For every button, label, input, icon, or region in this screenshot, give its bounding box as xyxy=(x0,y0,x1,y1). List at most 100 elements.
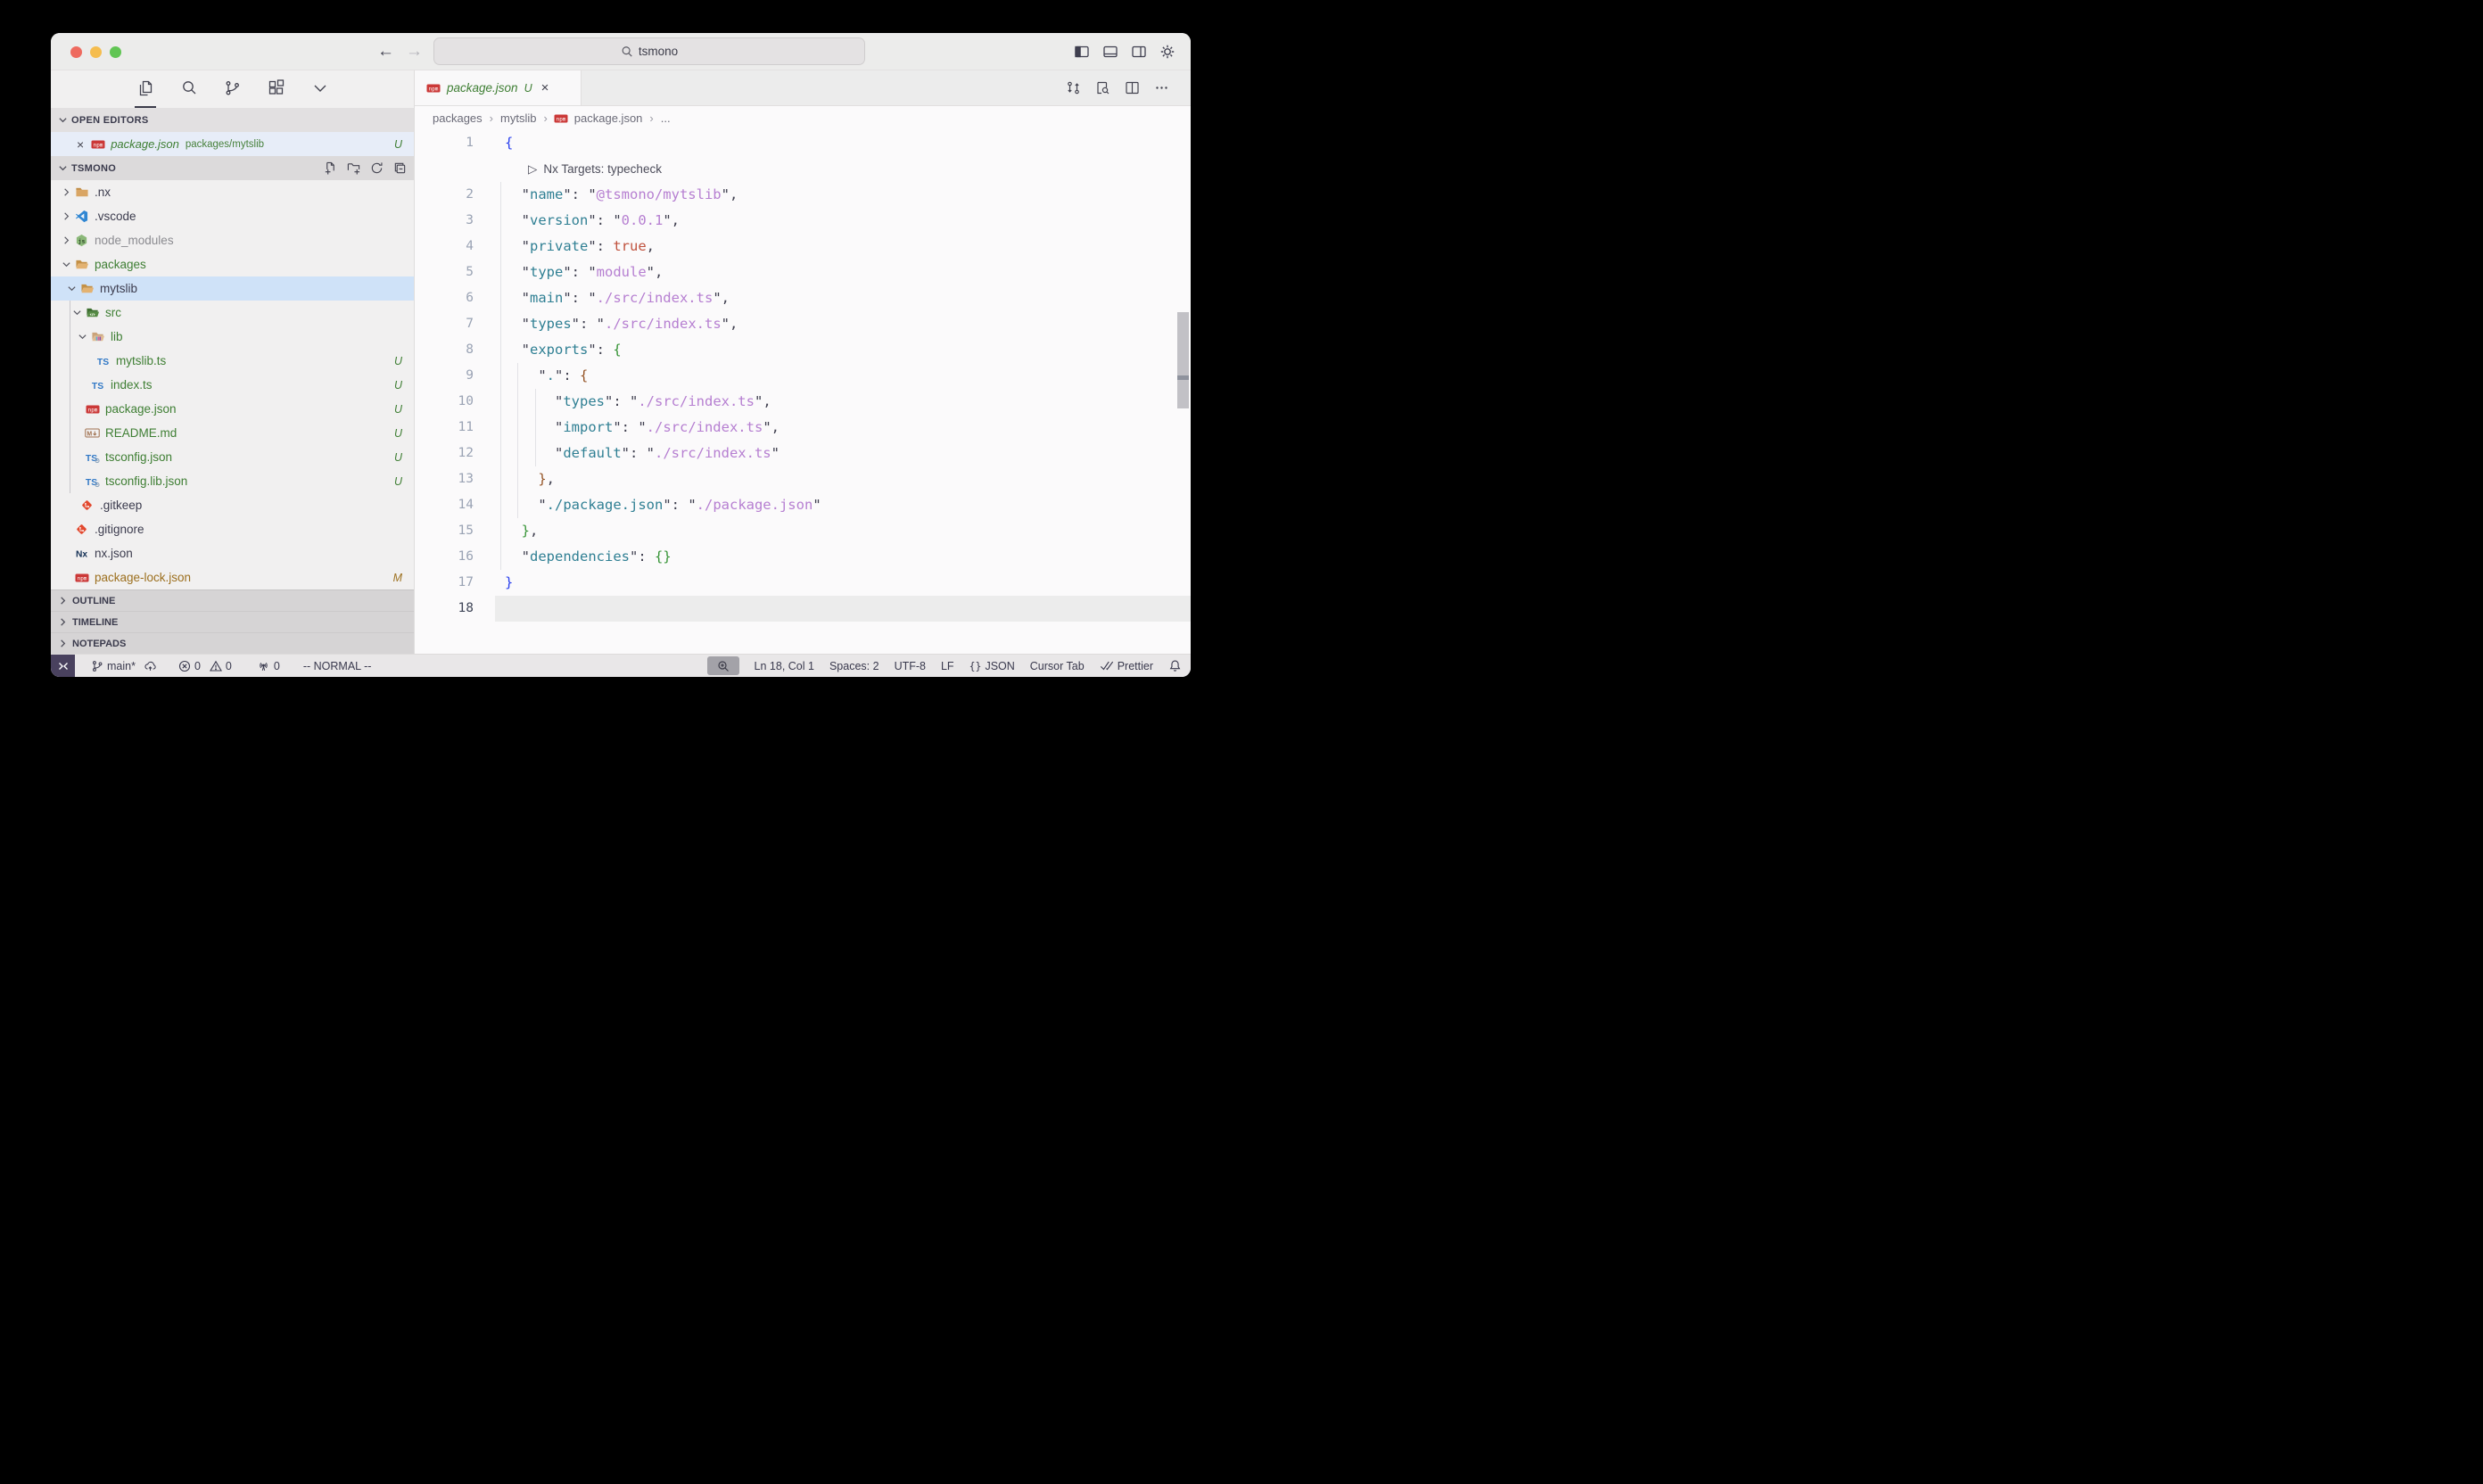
collapse-folders-icon[interactable] xyxy=(393,161,407,175)
breadcrumb-item[interactable]: mytslib xyxy=(500,111,536,125)
breadcrumb-separator: › xyxy=(490,111,493,125)
code-line-11[interactable]: 11 "import": "./src/index.ts", xyxy=(415,415,1191,441)
toggle-secondary-sidebar-icon[interactable] xyxy=(1131,44,1147,60)
notifications-bell-icon[interactable] xyxy=(1168,659,1182,672)
tree-item-tsconfig-json[interactable]: TStsconfig.jsonU xyxy=(51,445,414,469)
tree-item-mytslib[interactable]: mytslib xyxy=(51,276,414,301)
close-editor-icon[interactable]: × xyxy=(77,137,84,152)
settings-gear-icon[interactable] xyxy=(1159,44,1176,60)
breadcrumb-item[interactable]: ... xyxy=(661,111,671,125)
svg-text:npm: npm xyxy=(556,116,565,122)
refresh-icon[interactable] xyxy=(370,161,384,175)
tree-item-lib[interactable]: lib xyxy=(51,325,414,349)
tree-item-package-json[interactable]: npmpackage.jsonU xyxy=(51,397,414,421)
workspace-header[interactable]: TSMONO xyxy=(51,156,414,180)
toggle-primary-sidebar-icon[interactable] xyxy=(1074,44,1090,60)
timeline-section[interactable]: TIMELINE xyxy=(51,612,414,633)
eol-setting[interactable]: LF xyxy=(941,660,954,672)
vim-mode: -- NORMAL -- xyxy=(303,660,372,672)
screencast-zoom-badge[interactable] xyxy=(707,656,739,675)
breadcrumb-item[interactable]: packages xyxy=(433,111,483,125)
tree-item--nx[interactable]: .nx xyxy=(51,180,414,204)
more-actions-icon[interactable] xyxy=(1154,80,1169,95)
views-chevron-down-icon[interactable] xyxy=(309,70,331,108)
explorer-sidebar: OPEN EDITORS × npm package.json packages… xyxy=(51,70,415,654)
ports-indicator[interactable]: 0 xyxy=(257,660,280,672)
branch-indicator[interactable]: main* xyxy=(91,660,157,672)
notepads-section[interactable]: NOTEPADS xyxy=(51,633,414,655)
workspace-label: TSMONO xyxy=(71,163,116,174)
code-editor[interactable]: 1{▷Nx Targets: typecheck2 "name": "@tsmo… xyxy=(415,130,1191,654)
toggle-panel-icon[interactable] xyxy=(1102,44,1118,60)
tab-dirty-badge: U xyxy=(524,82,532,95)
language-mode[interactable]: {} JSON xyxy=(969,660,1015,672)
search-view-icon[interactable] xyxy=(178,70,200,108)
scrollbar-thumb[interactable] xyxy=(1177,312,1189,408)
code-line-13[interactable]: 13 }, xyxy=(415,466,1191,492)
cursor-tab-indicator[interactable]: Cursor Tab xyxy=(1030,660,1085,672)
maximize-window-button[interactable] xyxy=(110,46,121,58)
tree-item-node-modules[interactable]: jsnode_modules xyxy=(51,228,414,252)
code-line-7[interactable]: 7 "types": "./src/index.ts", xyxy=(415,311,1191,337)
code-line-17[interactable]: 17} xyxy=(415,570,1191,596)
code-line-5[interactable]: 5 "type": "module", xyxy=(415,260,1191,285)
command-center-search[interactable]: tsmono xyxy=(433,37,865,65)
npm-file-icon: npm xyxy=(91,139,105,150)
tree-item--gitkeep[interactable]: .gitkeep xyxy=(51,493,414,517)
breadcrumb-item[interactable]: package.json xyxy=(574,111,643,125)
tree-item-index-ts[interactable]: TSindex.tsU xyxy=(51,373,414,397)
new-file-icon[interactable] xyxy=(324,161,337,175)
back-icon[interactable]: ← xyxy=(377,42,394,62)
code-line-1[interactable]: 1{ xyxy=(415,130,1191,156)
minimize-window-button[interactable] xyxy=(90,46,102,58)
vim-mode-indicator[interactable]: -- NORMAL -- xyxy=(303,660,372,672)
tree-item--gitignore[interactable]: .gitignore xyxy=(51,517,414,541)
open-editors-header[interactable]: OPEN EDITORS xyxy=(51,108,414,132)
code-line-12[interactable]: 12 "default": "./src/index.ts" xyxy=(415,441,1191,466)
folder-icon xyxy=(74,186,89,200)
tree-item--vscode[interactable]: .vscode xyxy=(51,204,414,228)
publish-cloud-icon xyxy=(144,660,157,672)
problems-indicator[interactable]: 0 0 xyxy=(178,660,232,672)
outline-section[interactable]: OUTLINE xyxy=(51,590,414,612)
code-line-15[interactable]: 15 }, xyxy=(415,518,1191,544)
tree-item-readme-md[interactable]: MREADME.mdU xyxy=(51,421,414,445)
tab-close-icon[interactable]: × xyxy=(541,80,549,95)
open-editor-item[interactable]: × npm package.json packages/mytslib U xyxy=(51,132,414,156)
tree-item-packages[interactable]: packages xyxy=(51,252,414,276)
cursor-position[interactable]: Ln 18, Col 1 xyxy=(755,660,814,672)
extensions-icon[interactable] xyxy=(266,70,287,108)
codelens-nx-targets[interactable]: ▷Nx Targets: typecheck xyxy=(415,156,1191,182)
tab-package-json[interactable]: npm package.json U × xyxy=(415,70,582,105)
close-window-button[interactable] xyxy=(70,46,82,58)
code-line-14[interactable]: 14 "./package.json": "./package.json" xyxy=(415,492,1191,518)
tree-item-package-lock-json[interactable]: npmpackage-lock.jsonM xyxy=(51,565,414,589)
code-line-6[interactable]: 6 "main": "./src/index.ts", xyxy=(415,285,1191,311)
code-line-4[interactable]: 4 "private": true, xyxy=(415,234,1191,260)
encoding-setting[interactable]: UTF-8 xyxy=(895,660,926,672)
breadcrumb-separator: › xyxy=(649,111,653,125)
forward-icon[interactable]: → xyxy=(406,42,423,62)
split-editor-icon[interactable] xyxy=(1125,80,1140,95)
code-line-16[interactable]: 16 "dependencies": {} xyxy=(415,544,1191,570)
code-text: } xyxy=(474,570,513,596)
code-line-9[interactable]: 9 ".": { xyxy=(415,363,1191,389)
search-editor-icon[interactable] xyxy=(1095,80,1110,95)
code-line-18[interactable]: 18 xyxy=(415,596,1191,622)
tree-item-src[interactable]: src xyxy=(51,301,414,325)
tree-item-mytslib-ts[interactable]: TSmytslib.tsU xyxy=(51,349,414,373)
code-text: "types": "./src/index.ts", xyxy=(474,389,771,415)
formatter-indicator[interactable]: Prettier xyxy=(1100,660,1153,672)
tree-item-tsconfig-lib-json[interactable]: TStsconfig.lib.jsonU xyxy=(51,469,414,493)
explorer-icon[interactable] xyxy=(135,70,156,108)
code-line-10[interactable]: 10 "types": "./src/index.ts", xyxy=(415,389,1191,415)
code-line-2[interactable]: 2 "name": "@tsmono/mytslib", xyxy=(415,182,1191,208)
code-line-3[interactable]: 3 "version": "0.0.1", xyxy=(415,208,1191,234)
open-changes-icon[interactable] xyxy=(1066,80,1081,95)
code-line-8[interactable]: 8 "exports": { xyxy=(415,337,1191,363)
tree-item-nx-json[interactable]: Nxnx.json xyxy=(51,541,414,565)
source-control-icon[interactable] xyxy=(222,70,243,108)
new-folder-icon[interactable] xyxy=(347,161,360,175)
indentation-setting[interactable]: Spaces: 2 xyxy=(829,660,879,672)
remote-indicator[interactable] xyxy=(51,655,75,677)
